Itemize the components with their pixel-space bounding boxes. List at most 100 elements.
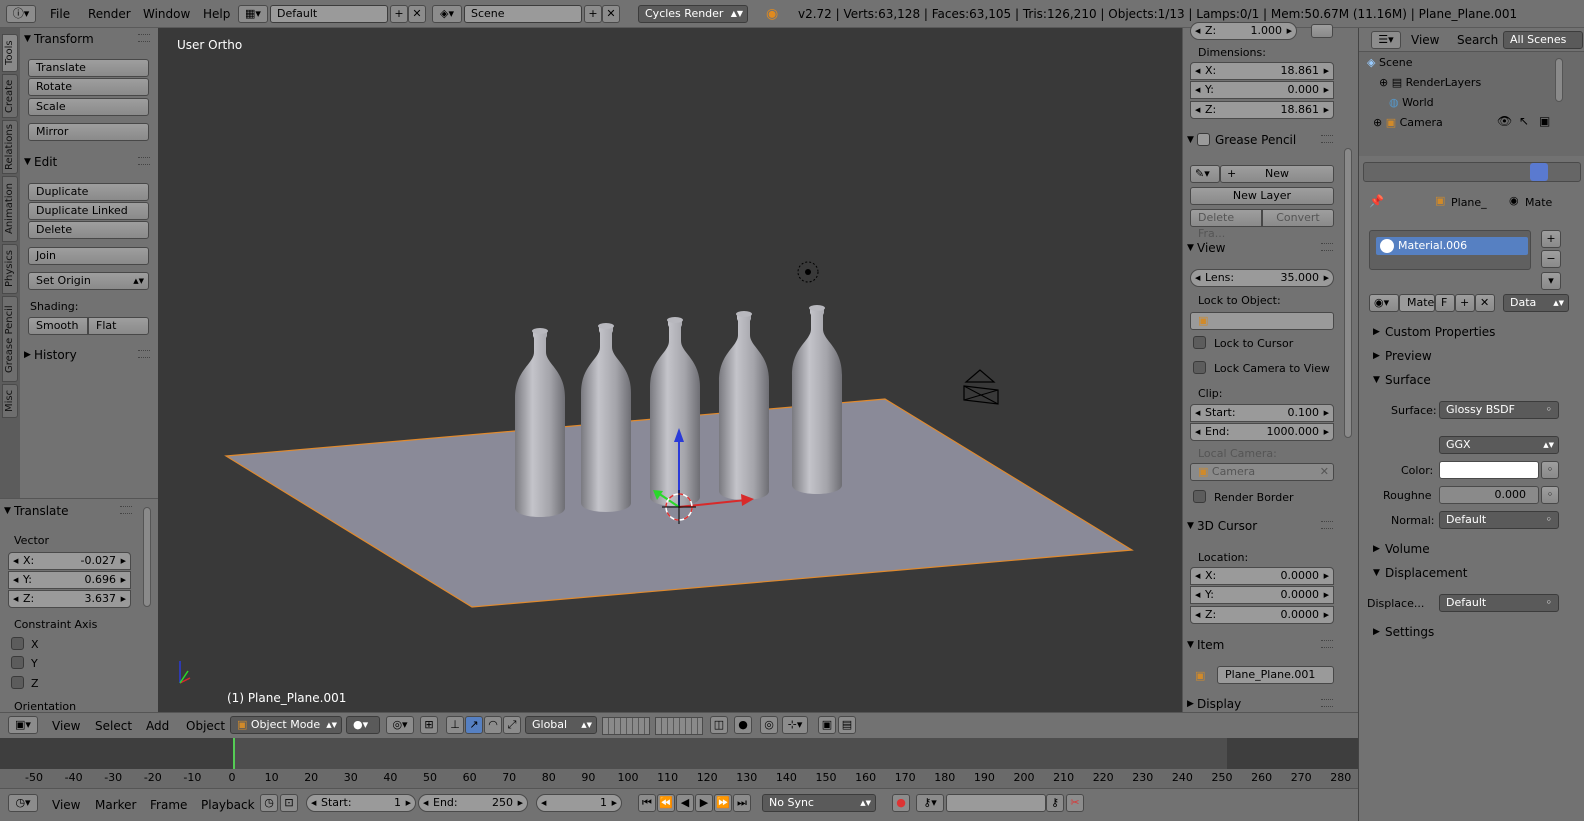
delete-keyframe-icon[interactable]: ✂ — [1066, 794, 1084, 812]
surface-shader-select[interactable]: Glossy BSDF ◦ — [1439, 401, 1559, 419]
transform-panel-header[interactable]: ▼ Transform — [20, 28, 158, 50]
render-border-checkbox[interactable] — [1193, 490, 1206, 503]
material-slot-item[interactable]: Material.006 — [1376, 237, 1528, 255]
clip-start-field[interactable]: ◀ Start: 0.100 ▶ — [1190, 404, 1334, 422]
flat-button[interactable]: Flat — [88, 317, 149, 335]
jump-end-icon[interactable]: ⏭ — [733, 794, 751, 812]
lock-cursor-checkbox[interactable] — [1193, 336, 1206, 349]
tab-tools[interactable]: Tools — [2, 34, 18, 72]
keying-icon[interactable]: ⚷▾ — [916, 794, 944, 812]
fake-user-button[interactable]: F — [1435, 294, 1455, 312]
smooth-button[interactable]: Smooth — [28, 317, 88, 335]
lock-range-icon[interactable]: ⊡ — [280, 794, 298, 812]
clip-end-field[interactable]: ◀ End: 1000.000 ▶ — [1190, 423, 1334, 441]
duplicate-linked-button[interactable]: Duplicate Linked — [28, 202, 149, 220]
constraint-x-checkbox[interactable] — [11, 637, 24, 650]
roughness-slider[interactable]: 0.000 — [1439, 486, 1539, 504]
grease-new-button[interactable]: + New — [1220, 165, 1334, 183]
add-scene-icon[interactable]: + — [584, 5, 602, 23]
current-frame-field[interactable]: ◀ 1 ▶ — [536, 794, 622, 812]
translate-manip-icon[interactable]: ↗ — [465, 716, 483, 734]
dimension-z-field[interactable]: ◀ Z: 18.861 ▶ — [1190, 101, 1334, 119]
menu-window[interactable]: Window — [143, 7, 190, 21]
visibility-eye-icon[interactable]: 👁 — [1497, 114, 1512, 128]
render-only-icon[interactable]: ● — [734, 716, 752, 734]
next-keyframe-icon[interactable]: ⏩ — [714, 794, 732, 812]
view-panel-header[interactable]: ▼ View — [1183, 237, 1341, 259]
menu-help[interactable]: Help — [203, 7, 230, 21]
tl-frame-menu[interactable]: Frame — [150, 798, 187, 812]
layout-grid-icon[interactable]: ▦▾ — [238, 5, 268, 23]
item-panel-header[interactable]: ▼ Item — [1183, 634, 1341, 656]
timeline-ruler[interactable]: -50 -40 -30 -20 -10 0 10 20 30 40 50 60 70 80 90 100 110… — [0, 769, 1358, 788]
scale-manip-icon[interactable]: ⤢ — [503, 716, 521, 734]
link-select[interactable]: Data ▲▼ — [1503, 294, 1569, 312]
context-tabs[interactable] — [1363, 162, 1581, 182]
rotate-manip-icon[interactable]: ◠ — [484, 716, 502, 734]
menu-file[interactable]: File — [50, 7, 70, 21]
layer-lock-icon[interactable]: ◫ — [710, 716, 728, 734]
menu-render[interactable]: Render — [88, 7, 131, 21]
info-editor-type-icon[interactable]: ⓘ▾ — [6, 5, 36, 23]
outliner-view-menu[interactable]: View — [1411, 33, 1439, 47]
bottle-4[interactable] — [719, 311, 769, 500]
outliner-row-renderlayers[interactable]: ⊕ ▤ RenderLayers — [1379, 76, 1481, 89]
constraint-z-checkbox[interactable] — [11, 676, 24, 689]
cursor-x-field[interactable]: ◀ X: 0.0000 ▶ — [1190, 567, 1334, 585]
editor-type-icon[interactable]: ▣▾ — [8, 716, 38, 734]
render-anim-icon[interactable]: ▤ — [838, 716, 856, 734]
add-slot-button[interactable]: + — [1541, 230, 1561, 248]
displacement-header[interactable]: ▼ Displacement — [1359, 562, 1584, 584]
pivot-icon[interactable]: ◎▾ — [386, 716, 414, 734]
outliner-scrollbar[interactable] — [1555, 58, 1563, 102]
render-camera-icon[interactable]: ▣ — [1539, 114, 1550, 128]
set-origin-select[interactable]: Set Origin ▲▼ — [28, 272, 149, 290]
translate-op-header[interactable]: ▼ Translate — [0, 500, 140, 522]
unlink-material-icon[interactable]: ✕ — [1475, 294, 1495, 312]
play-reverse-icon[interactable]: ◀ — [676, 794, 694, 812]
timeline[interactable]: -50 -40 -30 -20 -10 0 10 20 30 40 50 60 70 80 90 100 110… — [0, 738, 1358, 788]
delete-frame-button[interactable]: Delete Fra... — [1190, 209, 1262, 240]
orientation-select[interactable]: Global ▲▼ — [525, 716, 597, 734]
render-engine-select[interactable]: Cycles Render ▲▼ — [638, 5, 748, 23]
grease-pencil-header[interactable]: ▼ Grease Pencil — [1183, 129, 1341, 151]
rotate-button[interactable]: Rotate — [28, 78, 149, 96]
material-browse-icon[interactable]: ◉▾ — [1369, 294, 1399, 312]
3d-viewport[interactable]: User Ortho (1) Plane_Plane.001 — [158, 28, 1182, 712]
translate-button[interactable]: Translate — [28, 59, 149, 77]
material-tab-icon[interactable] — [1530, 163, 1548, 181]
frame-start-field[interactable]: ◀ Start: 1 ▶ — [306, 794, 416, 812]
cursor-y-field[interactable]: ◀ Y: 0.0000 ▶ — [1190, 586, 1334, 604]
vector-z-field[interactable]: ◀ Z: 3.637 ▶ — [8, 590, 131, 608]
dimension-y-field[interactable]: ◀ Y: 0.000 ▶ — [1190, 81, 1334, 99]
tab-physics[interactable]: Physics — [2, 244, 18, 294]
displacement-select[interactable]: Default ◦ — [1439, 594, 1559, 612]
local-camera-field[interactable]: ▣ Camera ✕ — [1190, 463, 1334, 481]
new-layer-button[interactable]: New Layer — [1190, 187, 1334, 205]
prev-keyframe-icon[interactable]: ⏪ — [657, 794, 675, 812]
vector-x-field[interactable]: ◀ X: -0.027 ▶ — [8, 552, 131, 570]
expand-icon[interactable]: ⊕ — [1379, 76, 1392, 89]
pin-icon[interactable]: 📌 — [1369, 194, 1384, 208]
pencil-icon[interactable]: ✎▾ — [1190, 165, 1220, 183]
clear-camera-icon[interactable]: ✕ — [1320, 464, 1329, 480]
delete-button[interactable]: Delete — [28, 221, 149, 239]
cursor-z-field[interactable]: ◀ Z: 0.0000 ▶ — [1190, 606, 1334, 624]
current-frame-marker[interactable] — [233, 738, 235, 769]
manipulator-icon[interactable]: ⊞ — [420, 716, 438, 734]
history-panel-header[interactable]: ▶ History — [20, 344, 158, 366]
expand-icon[interactable]: ⊕ — [1373, 116, 1386, 129]
bottle-1[interactable] — [515, 328, 565, 517]
outliner-editor-icon[interactable]: ☰▾ — [1371, 31, 1401, 49]
remove-slot-button[interactable]: − — [1541, 250, 1561, 268]
lock-camera-checkbox[interactable] — [1193, 361, 1206, 374]
vector-y-field[interactable]: ◀ Y: 0.696 ▶ — [8, 571, 131, 589]
preview-range-icon[interactable]: ◷ — [260, 794, 278, 812]
grease-pencil-checkbox[interactable] — [1197, 133, 1210, 146]
normal-select[interactable]: Default ◦ — [1439, 511, 1559, 529]
object-menu[interactable]: Object — [186, 719, 225, 733]
lock-icon[interactable] — [1311, 24, 1333, 38]
manipulator-toggle-icon[interactable]: ⊥ — [446, 716, 464, 734]
tab-create[interactable]: Create — [2, 74, 18, 118]
select-cursor-icon[interactable]: ↖ — [1519, 114, 1529, 128]
